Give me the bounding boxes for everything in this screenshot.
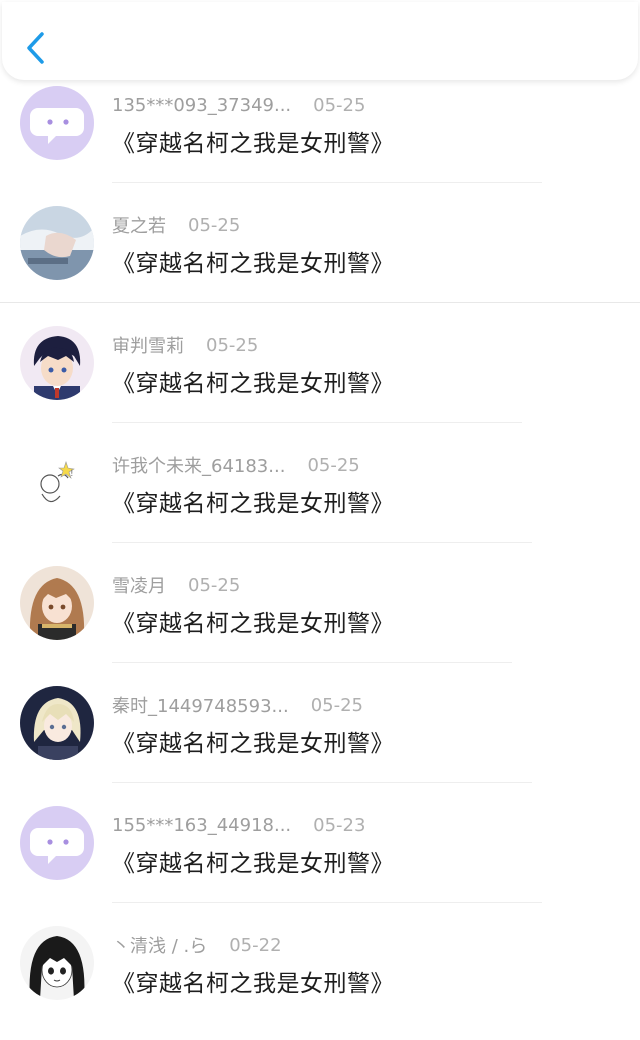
comment-list: 135***093_37349... 05-25 《穿越名柯之我是女刑警》 夏之… xyxy=(0,80,640,1040)
username[interactable]: 135***093_37349... xyxy=(112,95,291,116)
comment-meta: 155***163_44918... 05-23 xyxy=(112,812,365,838)
divider xyxy=(112,182,542,183)
default-chat-avatar-icon xyxy=(20,806,94,880)
comment-item[interactable]: 丶清浅 / .ら 05-22 《穿越名柯之我是女刑警》 xyxy=(0,920,640,1040)
anime-girl-avatar-icon xyxy=(20,566,94,640)
divider xyxy=(0,302,640,303)
default-chat-avatar-icon xyxy=(20,86,94,160)
username[interactable]: 丶清浅 / .ら xyxy=(112,932,207,958)
anime-blond-avatar-icon xyxy=(20,686,94,760)
comment-date: 05-25 xyxy=(307,454,360,476)
divider xyxy=(112,782,532,783)
comment-meta: 夏之若 05-25 xyxy=(112,212,240,238)
divider xyxy=(112,902,542,903)
username[interactable]: 155***163_44918... xyxy=(112,815,291,836)
username[interactable]: 雪凌月 xyxy=(112,572,166,598)
divider xyxy=(112,542,532,543)
comment-meta: 审判雪莉 05-25 xyxy=(112,332,258,358)
username[interactable]: 秦时_1449748593... xyxy=(112,692,289,718)
photo-avatar-icon xyxy=(20,206,94,280)
comment-item[interactable]: 雪凌月 05-25 《穿越名柯之我是女刑警》 xyxy=(0,560,640,680)
chevron-left-icon xyxy=(27,32,44,64)
divider xyxy=(112,422,522,423)
comment-meta: 雪凌月 05-25 xyxy=(112,572,240,598)
comment-text: 《穿越名柯之我是女刑警》 xyxy=(112,131,394,157)
comment-text: 《穿越名柯之我是女刑警》 xyxy=(112,251,394,277)
comment-text: 《穿越名柯之我是女刑警》 xyxy=(112,731,394,757)
anime-boy-avatar-icon xyxy=(20,326,94,400)
comment-item[interactable]: 夏之若 05-25 《穿越名柯之我是女刑警》 xyxy=(0,200,640,320)
sketch-avatar-icon: ! xyxy=(20,446,94,520)
username[interactable]: 夏之若 xyxy=(112,212,166,238)
comment-text: 《穿越名柯之我是女刑警》 xyxy=(112,971,394,997)
comment-date: 05-23 xyxy=(313,814,366,836)
comment-date: 05-25 xyxy=(188,214,241,236)
comment-item[interactable]: 135***093_37349... 05-25 《穿越名柯之我是女刑警》 xyxy=(0,80,640,200)
username[interactable]: 许我个未来_64183... xyxy=(112,452,285,478)
back-button[interactable] xyxy=(20,28,54,68)
avatar[interactable] xyxy=(20,326,94,400)
comment-item[interactable]: 秦时_1449748593... 05-25 《穿越名柯之我是女刑警》 xyxy=(0,680,640,800)
svg-text:!: ! xyxy=(70,469,74,479)
avatar[interactable] xyxy=(20,686,94,760)
avatar[interactable] xyxy=(20,206,94,280)
comment-date: 05-25 xyxy=(206,334,259,356)
comment-item[interactable]: 审判雪莉 05-25 《穿越名柯之我是女刑警》 xyxy=(0,320,640,440)
comment-text: 《穿越名柯之我是女刑警》 xyxy=(112,851,394,877)
username[interactable]: 审判雪莉 xyxy=(112,332,184,358)
comment-date: 05-25 xyxy=(313,94,366,116)
comment-text: 《穿越名柯之我是女刑警》 xyxy=(112,371,394,397)
comment-meta: 秦时_1449748593... 05-25 xyxy=(112,692,363,718)
avatar[interactable] xyxy=(20,926,94,1000)
comment-date: 05-25 xyxy=(310,694,363,716)
top-bar xyxy=(2,2,638,80)
avatar[interactable] xyxy=(20,566,94,640)
comment-item[interactable]: 155***163_44918... 05-23 《穿越名柯之我是女刑警》 xyxy=(0,800,640,920)
comment-meta: 丶清浅 / .ら 05-22 xyxy=(112,932,282,958)
avatar[interactable] xyxy=(20,86,94,160)
avatar[interactable]: ! xyxy=(20,446,94,520)
comment-meta: 135***093_37349... 05-25 xyxy=(112,92,365,118)
comment-date: 05-22 xyxy=(229,934,282,956)
comment-text: 《穿越名柯之我是女刑警》 xyxy=(112,611,394,637)
anime-manga-avatar-icon xyxy=(20,926,94,1000)
comment-text: 《穿越名柯之我是女刑警》 xyxy=(112,491,394,517)
comment-item[interactable]: ! 许我个未来_64183... 05-25 《穿越名柯之我是女刑警》 xyxy=(0,440,640,560)
avatar[interactable] xyxy=(20,806,94,880)
comment-date: 05-25 xyxy=(188,574,241,596)
comment-meta: 许我个未来_64183... 05-25 xyxy=(112,452,360,478)
divider xyxy=(112,662,512,663)
